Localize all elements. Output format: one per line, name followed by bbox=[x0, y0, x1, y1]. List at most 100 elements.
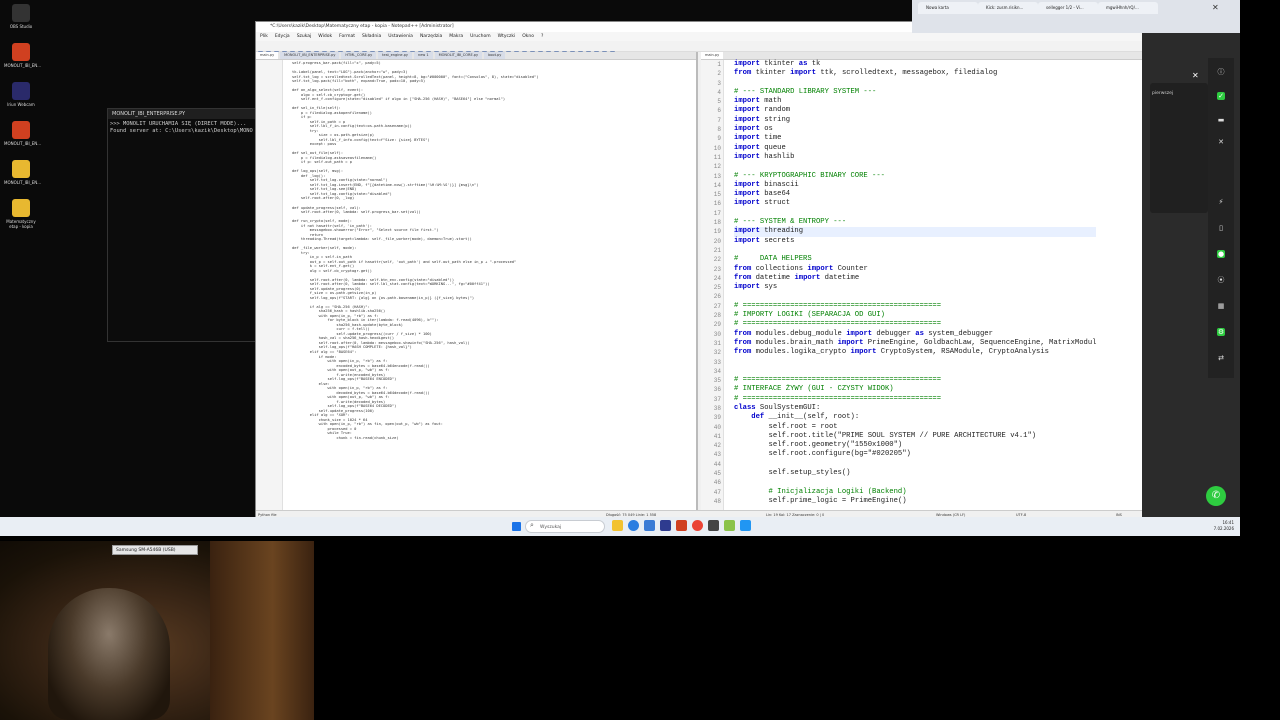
browser-tab[interactable]: Nowa karta bbox=[918, 2, 978, 14]
code-line[interactable]: from modules.brain_math import PrimeEngi… bbox=[734, 339, 1096, 348]
info-icon[interactable]: ⓘ bbox=[1217, 68, 1225, 76]
code-line[interactable]: self.root.geometry("1550x1000") bbox=[734, 441, 1096, 450]
code-line[interactable] bbox=[734, 478, 1096, 487]
flash-icon[interactable]: ⚡ bbox=[1217, 198, 1225, 206]
code-line[interactable]: self.root.title("PRIME SOUL SYSTEM // PU… bbox=[734, 432, 1096, 441]
code-line[interactable]: # DATA HELPERS bbox=[734, 255, 1096, 264]
close-icon[interactable]: ✕ bbox=[1212, 3, 1219, 12]
code-line[interactable]: import time bbox=[734, 134, 1096, 143]
page-icon[interactable]: ▯ bbox=[1217, 224, 1225, 232]
code-line[interactable]: def __init__(self, root): bbox=[734, 413, 1096, 422]
editor-tab[interactable]: main.py bbox=[256, 52, 279, 59]
editor-left-pane[interactable]: main.py MONOLIT_IBI_ENTERPRISE.py HTML_COR… bbox=[256, 52, 698, 510]
grid-icon[interactable]: ▦ bbox=[1217, 302, 1225, 310]
editor-tab[interactable]: new 1 bbox=[414, 52, 433, 59]
close-icon[interactable]: ✕ bbox=[1217, 138, 1225, 146]
check-icon[interactable]: ✓ bbox=[1217, 92, 1225, 100]
code-line[interactable]: # ======================================… bbox=[734, 302, 1096, 311]
rubik-app-icon[interactable] bbox=[676, 520, 687, 531]
desktop-icon[interactable]: MONOLIT_IBI_EN... bbox=[4, 121, 41, 146]
desktop-icon[interactable]: OBS Studio bbox=[4, 4, 38, 29]
menu-item[interactable]: Edycja bbox=[275, 34, 290, 39]
obs-taskbar-icon[interactable] bbox=[708, 520, 719, 531]
menu-item[interactable]: Wtyczki bbox=[498, 34, 516, 39]
editor-tab[interactable]: HTML_CORE.py bbox=[341, 52, 377, 59]
code-line[interactable]: # --- KRYPTOGRAPHIC BINARY CORE --- bbox=[734, 172, 1096, 181]
code-line[interactable]: class SoulSystemGUI: bbox=[734, 404, 1096, 413]
windows-start-icon[interactable] bbox=[512, 522, 521, 531]
menu-item[interactable]: Ustawienia bbox=[388, 34, 413, 39]
share-icon[interactable]: ⇄ bbox=[1217, 354, 1225, 362]
settings-icon[interactable]: ⚙ bbox=[1217, 328, 1225, 336]
browser-tab[interactable]: sellegger 1/2 - Vi... bbox=[1038, 2, 1098, 14]
code-line[interactable] bbox=[734, 460, 1096, 469]
whatsapp-icon[interactable]: ✆ bbox=[1206, 486, 1226, 506]
code-line[interactable]: from collections import Counter bbox=[734, 265, 1096, 274]
editor-window[interactable]: *C:\Users\kazik\Desktop\Matematyczny eta… bbox=[255, 21, 1145, 521]
code-line[interactable]: # IMPORTY LOGIKI (SEPARACJA OD GUI) bbox=[734, 311, 1096, 320]
code-line[interactable]: from modules.debug_module import debugge… bbox=[734, 330, 1096, 339]
menu-item[interactable]: Uruchom bbox=[470, 34, 490, 39]
code-line[interactable]: import tkinter as tk bbox=[734, 60, 1096, 69]
code-line[interactable] bbox=[734, 358, 1096, 367]
code-line[interactable] bbox=[734, 292, 1096, 301]
broadcast-icon[interactable]: ⦿ bbox=[1217, 276, 1225, 284]
code-line[interactable]: import struct bbox=[734, 199, 1096, 208]
menu-item[interactable]: Makra bbox=[449, 34, 463, 39]
code-line[interactable]: # Inicjalizacja Logiki (Backend) bbox=[734, 488, 1096, 497]
code-line[interactable]: # ======================================… bbox=[734, 376, 1096, 385]
editor-tab[interactable]: MONOLIT_IBI_CORE.py bbox=[434, 52, 483, 59]
code-line[interactable]: # --- STANDARD LIBRARY SYSTEM --- bbox=[734, 88, 1096, 97]
menu-item[interactable]: Składnia bbox=[362, 34, 381, 39]
desktop-icon[interactable]: MONOLIT_IBI_EN... bbox=[4, 160, 41, 185]
code-line[interactable]: # ======================================… bbox=[734, 395, 1096, 404]
code-line[interactable]: # --- SYSTEM & ENTROPY --- bbox=[734, 218, 1096, 227]
code-line[interactable]: import os bbox=[734, 125, 1096, 134]
code-line[interactable]: # INTERFACE ŻYWY (GUI - CZYSTY WIDOK) bbox=[734, 385, 1096, 394]
code-line[interactable]: import base64 bbox=[734, 190, 1096, 199]
right-code-area[interactable]: import tkinter as tk from tkinter import … bbox=[734, 60, 1097, 506]
desktop-icon[interactable]: Matematyczny etap - kopia bbox=[4, 199, 38, 229]
code-line[interactable]: import math bbox=[734, 97, 1096, 106]
file-explorer-icon[interactable] bbox=[612, 520, 623, 531]
close-panel-icon[interactable]: ✕ bbox=[1192, 71, 1199, 80]
code-line[interactable] bbox=[734, 79, 1096, 88]
console-window[interactable]: MONOLIT_IBI_ENTERPRISE.PY >>> MONOLIT UR… bbox=[107, 108, 259, 342]
code-line[interactable]: from datetime import datetime bbox=[734, 274, 1096, 283]
editor-tab[interactable]: test_engine.py bbox=[378, 52, 412, 59]
editor-tab[interactable]: MONOLIT_IBI_ENTERPRISE.py bbox=[280, 52, 340, 59]
code-line[interactable]: import random bbox=[734, 106, 1096, 115]
code-line[interactable] bbox=[734, 209, 1096, 218]
panel-icon[interactable]: ▬ bbox=[1217, 116, 1225, 124]
browser-tab[interactable]: mgwiHhnh/rQ/... bbox=[1098, 2, 1158, 14]
mail-icon[interactable] bbox=[660, 520, 671, 531]
editor-tab[interactable]: main.py bbox=[701, 52, 724, 59]
code-line[interactable]: self.setup_styles() bbox=[734, 469, 1096, 478]
left-code-area[interactable]: self.progress_bar.pack(fill="x", pady=5)… bbox=[292, 61, 538, 440]
code-line[interactable]: from tkinter import ttk, scrolledtext, m… bbox=[734, 69, 1096, 78]
desktop-icon[interactable]: Iriun Webcam bbox=[4, 82, 38, 107]
code-line[interactable]: import queue bbox=[734, 144, 1096, 153]
desktop-icon[interactable]: MONOLIT_IBI_EN... bbox=[4, 43, 41, 68]
code-line[interactable]: self.root.configure(bg="#020205") bbox=[734, 450, 1096, 459]
taskbar-clock[interactable]: 16:41 7.02.2026 bbox=[1202, 520, 1234, 532]
menu-item[interactable]: Narzędzia bbox=[420, 34, 442, 39]
store-icon[interactable] bbox=[644, 520, 655, 531]
menu-item[interactable]: Szukaj bbox=[297, 34, 312, 39]
code-line[interactable]: import binascii bbox=[734, 181, 1096, 190]
chat-icon[interactable]: ● bbox=[1217, 250, 1225, 258]
code-line[interactable]: self.root = root bbox=[734, 423, 1096, 432]
python-icon[interactable] bbox=[740, 520, 751, 531]
menu-item[interactable]: Okno bbox=[522, 34, 534, 39]
code-line[interactable]: import hashlib bbox=[734, 153, 1096, 162]
chrome-icon[interactable] bbox=[692, 520, 703, 531]
code-line[interactable]: import sys bbox=[734, 283, 1096, 292]
code-line[interactable] bbox=[734, 162, 1096, 171]
menu-item[interactable]: Format bbox=[339, 34, 355, 39]
menu-item[interactable]: Plik bbox=[260, 34, 268, 39]
code-line[interactable]: from modules.logika_crypto import Crypto… bbox=[734, 348, 1096, 357]
code-line[interactable] bbox=[734, 246, 1096, 255]
editor-right-pane[interactable]: main.py 1 2 3 4 5 6 7 8 9 10 11 12 13 14 15 16 17 18 19 20 2… bbox=[701, 52, 1143, 510]
editor-tab[interactable]: boot.py bbox=[484, 52, 506, 59]
code-line[interactable]: import string bbox=[734, 116, 1096, 125]
